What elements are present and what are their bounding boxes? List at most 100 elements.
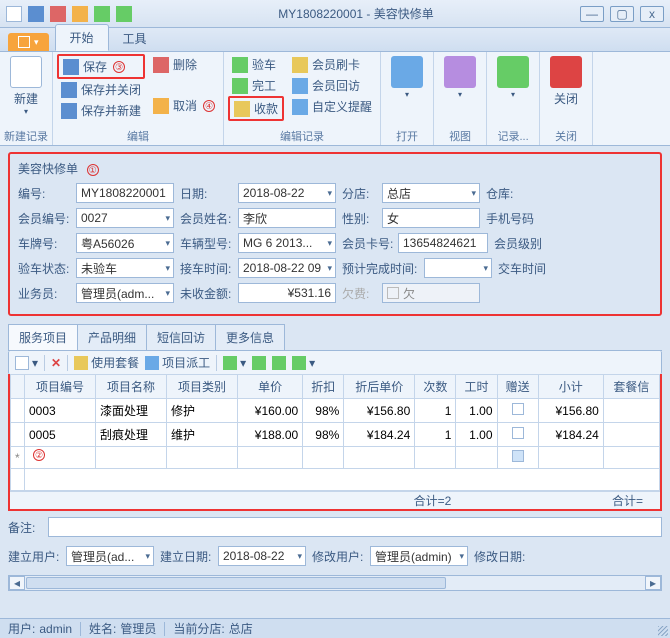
label-debt: 欠费:: [342, 285, 376, 302]
member-card-button[interactable]: 会员刷卡: [288, 54, 376, 75]
new-row-button[interactable]: ▾: [15, 356, 38, 370]
record-button[interactable]: [491, 54, 535, 101]
finish-button[interactable]: 完工: [228, 75, 284, 96]
tab-tools[interactable]: 工具: [109, 26, 161, 51]
scroll-right-button[interactable]: ▸: [645, 576, 661, 590]
qat-delete-icon[interactable]: [50, 6, 66, 22]
custom-remind-button[interactable]: 自定义提醒: [288, 96, 376, 117]
field-mod-user[interactable]: 管理员(admin): [370, 546, 468, 566]
table-row[interactable]: 0003 漆面处理 修护 ¥160.00 98% ¥156.80 1 1.00 …: [11, 399, 660, 423]
status-bar: 用户: admin 姓名: 管理员 当前分店: 总店: [0, 618, 670, 638]
nav-next-button[interactable]: [272, 356, 286, 370]
field-card-no[interactable]: 13654824621: [398, 233, 488, 253]
delete-button[interactable]: 删除: [149, 54, 219, 75]
table-row[interactable]: 0005 刮痕处理 维护 ¥188.00 98% ¥184.24 1 1.00 …: [11, 423, 660, 447]
use-package-button[interactable]: 使用套餐: [74, 354, 139, 371]
tab-product[interactable]: 产品明细: [77, 324, 147, 350]
gift-checkbox[interactable]: [512, 427, 524, 439]
resize-grip[interactable]: [658, 626, 668, 636]
ribbon: 新建 新建记录 保存③ 保存并关闭 保存并新建 删除 取消④ 编辑 验车 完工 …: [0, 52, 670, 146]
qat-next-icon[interactable]: [94, 6, 110, 22]
footer-sum-subtotal: 合计=: [595, 492, 660, 509]
save-close-button[interactable]: 保存并关闭: [57, 79, 145, 100]
col-gift[interactable]: 赠送: [497, 375, 538, 399]
nav-icon: [252, 356, 266, 370]
field-date[interactable]: 2018-08-22: [238, 183, 336, 203]
field-remark[interactable]: [48, 517, 662, 537]
save-new-icon: [61, 103, 77, 119]
field-plate[interactable]: 粤A56026: [76, 233, 174, 253]
gift-checkbox[interactable]: [512, 450, 524, 462]
tab-service[interactable]: 服务项目: [8, 324, 78, 350]
open-button[interactable]: [385, 54, 429, 101]
delete-row-button[interactable]: ✕: [51, 356, 61, 370]
open-icon: [391, 56, 423, 88]
finish-icon: [232, 78, 248, 94]
field-no[interactable]: MY1808220001: [76, 183, 174, 203]
field-expect-time[interactable]: [424, 258, 492, 278]
field-debt: 欠: [382, 283, 480, 303]
main-form-panel: 美容快修单 ① 编号: MY1808220001 日期: 2018-08-22 …: [8, 152, 662, 316]
nav-first-button[interactable]: ▾: [223, 356, 246, 370]
field-create-user[interactable]: 管理员(ad...: [66, 546, 154, 566]
field-sales[interactable]: 管理员(adm...: [76, 283, 174, 303]
scroll-left-button[interactable]: ◂: [9, 576, 25, 590]
col-type[interactable]: 项目类别: [166, 375, 237, 399]
label-sales: 业务员:: [18, 285, 70, 302]
tab-sms[interactable]: 短信回访: [146, 324, 216, 350]
field-model[interactable]: MG 6 2013...: [238, 233, 336, 253]
new-button[interactable]: 新建: [4, 54, 48, 118]
nav-prev-button[interactable]: [252, 356, 266, 370]
label-receive-time: 接车时间:: [180, 260, 232, 277]
window-buttons: — ▢ x: [580, 6, 664, 22]
view-button[interactable]: [438, 54, 482, 101]
field-member-no[interactable]: 0027: [76, 208, 174, 228]
qat-undo-icon[interactable]: [72, 6, 88, 22]
minimize-button[interactable]: —: [580, 6, 604, 22]
col-hours[interactable]: 工时: [456, 375, 497, 399]
label-no: 编号:: [18, 185, 70, 202]
col-after[interactable]: 折后单价: [344, 375, 415, 399]
marker-4: ④: [203, 100, 215, 112]
new-icon: [10, 56, 42, 88]
new-row-icon: [15, 356, 29, 370]
table-row-new[interactable]: * ②: [11, 447, 660, 469]
close-button[interactable]: 关闭: [544, 54, 588, 109]
col-name[interactable]: 项目名称: [95, 375, 166, 399]
col-qty[interactable]: 次数: [415, 375, 456, 399]
col-subtotal[interactable]: 小计: [538, 375, 603, 399]
tab-more[interactable]: 更多信息: [215, 324, 285, 350]
save-close-icon: [61, 82, 77, 98]
nav-last-button[interactable]: ▾: [292, 356, 315, 370]
col-code[interactable]: 项目编号: [25, 375, 96, 399]
field-member-name[interactable]: 李欣: [238, 208, 336, 228]
save-button[interactable]: 保存③: [57, 54, 145, 79]
scroll-thumb[interactable]: [26, 577, 446, 589]
file-menu-button[interactable]: [8, 33, 49, 51]
gift-checkbox[interactable]: [512, 403, 524, 415]
close-window-button[interactable]: x: [640, 6, 664, 22]
tab-start[interactable]: 开始: [55, 24, 109, 51]
field-gender[interactable]: 女: [382, 208, 480, 228]
field-unpaid[interactable]: ¥531.16: [238, 283, 336, 303]
dispatch-button[interactable]: 项目派工: [145, 354, 210, 371]
qat-save-icon[interactable]: [28, 6, 44, 22]
maximize-button[interactable]: ▢: [610, 6, 634, 22]
horizontal-scrollbar[interactable]: ◂ ▸: [8, 575, 662, 591]
col-discount[interactable]: 折扣: [303, 375, 344, 399]
field-branch[interactable]: 总店: [382, 183, 480, 203]
save-icon: [63, 59, 79, 75]
col-price[interactable]: 单价: [237, 375, 302, 399]
field-create-date[interactable]: 2018-08-22: [218, 546, 306, 566]
field-receive-time[interactable]: 2018-08-22 09: [238, 258, 336, 278]
save-new-button[interactable]: 保存并新建: [57, 100, 145, 121]
qat-refresh-icon[interactable]: [116, 6, 132, 22]
receipt-button[interactable]: 收款: [228, 96, 284, 121]
field-inspect[interactable]: 未验车: [76, 258, 174, 278]
inspect-button[interactable]: 验车: [228, 54, 284, 75]
label-inspect: 验车状态:: [18, 260, 70, 277]
grid-header-row: 项目编号 项目名称 项目类别 单价 折扣 折后单价 次数 工时 赠送 小计 套餐…: [11, 375, 660, 399]
col-pkg[interactable]: 套餐信: [603, 375, 659, 399]
member-visit-button[interactable]: 会员回访: [288, 75, 376, 96]
cancel-button[interactable]: 取消④: [149, 95, 219, 116]
